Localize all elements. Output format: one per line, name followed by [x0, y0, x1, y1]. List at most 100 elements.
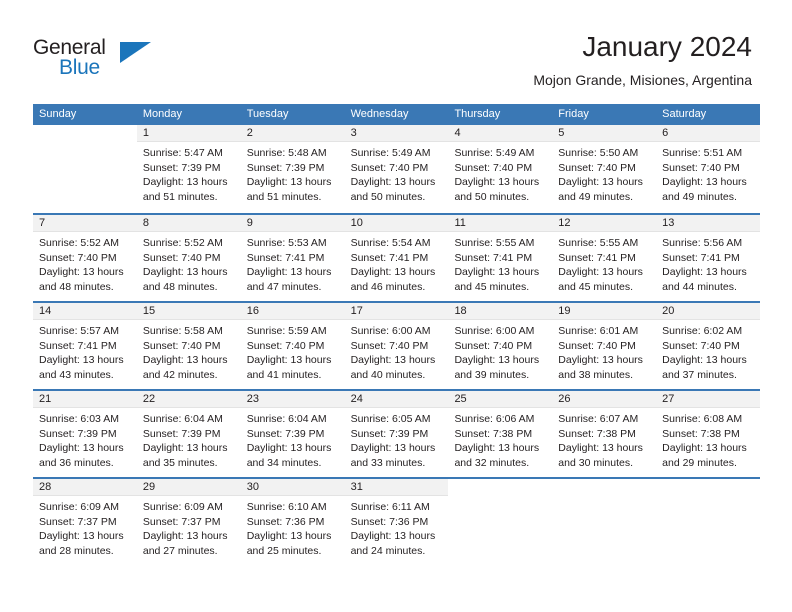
day-number: 11	[454, 217, 466, 229]
calendar-day-cell-empty	[448, 479, 553, 565]
day-number-bar: 31	[344, 479, 449, 496]
day-detail-line: Sunrise: 5:49 AM	[350, 147, 431, 159]
day-detail-line: and 39 minutes.	[454, 368, 530, 381]
day-detail-lines: Sunrise: 5:57 AM Sunset: 7:41 PM Daylight:…	[33, 320, 137, 382]
day-detail-line: Daylight: 13 hours	[142, 266, 228, 278]
calendar-day-cell[interactable]: 7 Sunrise: 5:52 AM Sunset: 7:40 PM Daylight…	[33, 215, 137, 301]
day-number: 18	[454, 305, 467, 317]
day-detail-line: and 36 minutes.	[39, 456, 114, 469]
calendar-day-cell[interactable]: 2 Sunrise: 5:48 AM Sunset: 7:39 PM Daylight…	[240, 125, 345, 213]
calendar-day-cell[interactable]: 4 Sunrise: 5:49 AM Sunset: 7:40 PM Daylight…	[448, 125, 553, 213]
day-detail-line: and 28 minutes.	[39, 544, 114, 557]
day-detail-line: Sunset: 7:37 PM	[142, 515, 221, 528]
day-detail-line: Daylight: 13 hours	[39, 442, 124, 454]
day-detail-line: Daylight: 13 hours	[142, 442, 228, 454]
day-detail-lines	[33, 142, 137, 146]
general-blue-logo[interactable]: General Blue	[33, 36, 163, 84]
calendar-day-cell[interactable]: 12 Sunrise: 5:55 AM Sunset: 7:41 PM Dayligh…	[552, 215, 657, 301]
calendar-day-cell[interactable]: 17 Sunrise: 6:00 AM Sunset: 7:40 PM Dayligh…	[344, 303, 449, 389]
calendar-day-cell[interactable]: 3 Sunrise: 5:49 AM Sunset: 7:40 PM Daylight…	[344, 125, 449, 213]
calendar-day-cell[interactable]: 1 Sunrise: 5:47 AM Sunset: 7:39 PM Daylight…	[136, 125, 241, 213]
day-detail-lines: Sunrise: 5:59 AM Sunset: 7:40 PM Daylight:…	[241, 320, 345, 382]
calendar-grid: Sunday Monday Tuesday Wednesday Thursday Frid…	[33, 104, 761, 565]
day-detail-line: Sunrise: 5:55 AM	[558, 237, 639, 249]
day-number: 2	[246, 127, 253, 139]
calendar-day-cell[interactable]: 29 Sunrise: 6:09 AM Sunset: 7:37 PM Dayligh…	[136, 479, 241, 565]
calendar-week-row: 7 Sunrise: 5:52 AM Sunset: 7:40 PM Daylight…	[33, 213, 761, 301]
calendar-day-cell[interactable]: 14 Sunrise: 5:57 AM Sunset: 7:41 PM Dayligh…	[33, 303, 137, 389]
calendar-day-cell[interactable]: 15 Sunrise: 5:58 AM Sunset: 7:40 PM Dayligh…	[136, 303, 241, 389]
day-detail-line: and 46 minutes.	[350, 280, 426, 293]
day-detail-line: Sunset: 7:40 PM	[350, 161, 429, 174]
calendar-day-cell[interactable]: 28 Sunrise: 6:09 AM Sunset: 7:37 PM Dayligh…	[33, 479, 137, 565]
weekday-header-monday: Monday	[142, 108, 182, 120]
calendar-day-cell[interactable]: 13 Sunrise: 5:56 AM Sunset: 7:41 PM Dayligh…	[656, 215, 761, 301]
calendar-day-cell-empty	[33, 125, 137, 213]
day-detail-line: Daylight: 13 hours	[454, 442, 540, 454]
day-number-bar: 17	[344, 303, 449, 320]
day-number: 21	[39, 393, 52, 405]
day-detail-line: Sunset: 7:41 PM	[662, 251, 740, 264]
day-number-bar: 28	[33, 479, 137, 496]
day-number-bar: 7	[33, 215, 137, 232]
calendar-day-cell[interactable]: 8 Sunrise: 5:52 AM Sunset: 7:40 PM Daylight…	[136, 215, 241, 301]
day-detail-line: Sunset: 7:38 PM	[662, 427, 740, 440]
calendar-day-cell[interactable]: 9 Sunrise: 5:53 AM Sunset: 7:41 PM Daylight…	[240, 215, 345, 301]
day-detail-lines: Sunrise: 5:47 AM Sunset: 7:39 PM Daylight:…	[137, 142, 241, 204]
calendar-day-cell[interactable]: 18 Sunrise: 6:00 AM Sunset: 7:40 PM Dayligh…	[448, 303, 553, 389]
day-detail-line: and 49 minutes.	[662, 190, 737, 203]
day-detail-line: Sunrise: 6:04 AM	[142, 413, 223, 425]
day-detail-line: Sunrise: 5:53 AM	[246, 237, 327, 249]
day-number-bar: 23	[240, 391, 345, 408]
title-block: January 2024 Mojon Grande, Misiones, Arg…	[533, 30, 752, 90]
day-detail-line: and 43 minutes.	[39, 368, 114, 381]
day-detail-line: and 51 minutes.	[246, 190, 322, 203]
day-detail-line: Daylight: 13 hours	[246, 354, 332, 366]
calendar-day-cell[interactable]: 25 Sunrise: 6:06 AM Sunset: 7:38 PM Dayligh…	[448, 391, 553, 477]
day-detail-line: Sunrise: 5:57 AM	[39, 325, 119, 337]
day-detail-line: Sunrise: 6:07 AM	[558, 413, 639, 425]
day-detail-lines	[552, 496, 656, 500]
weekday-header-row: Sunday Monday Tuesday Wednesday Thursday Frid…	[33, 104, 760, 125]
day-detail-line: and 29 minutes.	[662, 456, 737, 469]
calendar-day-cell[interactable]: 21 Sunrise: 6:03 AM Sunset: 7:39 PM Dayligh…	[33, 391, 137, 477]
day-detail-lines: Sunrise: 5:51 AM Sunset: 7:40 PM Daylight:…	[656, 142, 760, 204]
day-number-bar: 2	[240, 125, 345, 142]
calendar-day-cell[interactable]: 30 Sunrise: 6:10 AM Sunset: 7:36 PM Dayligh…	[240, 479, 345, 565]
day-number-bar: 4	[448, 125, 553, 142]
calendar-day-cell[interactable]: 27 Sunrise: 6:08 AM Sunset: 7:38 PM Dayligh…	[656, 391, 761, 477]
day-detail-line: Sunrise: 5:47 AM	[142, 147, 223, 159]
calendar-day-cell[interactable]: 20 Sunrise: 6:02 AM Sunset: 7:40 PM Dayligh…	[656, 303, 761, 389]
day-detail-lines: Sunrise: 6:00 AM Sunset: 7:40 PM Daylight:…	[345, 320, 449, 382]
calendar-day-cell[interactable]: 11 Sunrise: 5:55 AM Sunset: 7:41 PM Dayligh…	[448, 215, 553, 301]
calendar-day-cell[interactable]: 10 Sunrise: 5:54 AM Sunset: 7:41 PM Dayligh…	[344, 215, 449, 301]
day-number-bar	[552, 479, 657, 496]
calendar-day-cell[interactable]: 6 Sunrise: 5:51 AM Sunset: 7:40 PM Daylight…	[656, 125, 761, 213]
calendar-day-cell[interactable]: 23 Sunrise: 6:04 AM Sunset: 7:39 PM Dayligh…	[240, 391, 345, 477]
day-number-bar: 24	[344, 391, 449, 408]
calendar-day-cell[interactable]: 31 Sunrise: 6:11 AM Sunset: 7:36 PM Dayligh…	[344, 479, 449, 565]
day-detail-line: Sunset: 7:40 PM	[662, 161, 740, 174]
day-detail-line: Sunset: 7:40 PM	[246, 339, 325, 352]
day-detail-line: Daylight: 13 hours	[662, 266, 747, 278]
calendar-day-cell[interactable]: 16 Sunrise: 5:59 AM Sunset: 7:40 PM Dayligh…	[240, 303, 345, 389]
day-number: 24	[350, 393, 363, 405]
day-detail-line: Sunset: 7:40 PM	[350, 339, 429, 352]
day-detail-lines: Sunrise: 5:52 AM Sunset: 7:40 PM Daylight:…	[33, 232, 137, 294]
day-detail-line: Sunset: 7:38 PM	[558, 427, 636, 440]
day-detail-lines	[656, 496, 760, 500]
calendar-day-cell[interactable]: 24 Sunrise: 6:05 AM Sunset: 7:39 PM Dayligh…	[344, 391, 449, 477]
day-number: 1	[142, 127, 149, 139]
day-number: 6	[662, 127, 669, 139]
day-number: 8	[142, 217, 149, 229]
day-detail-line: Sunset: 7:41 PM	[558, 251, 636, 264]
calendar-day-cell[interactable]: 22 Sunrise: 6:04 AM Sunset: 7:39 PM Dayligh…	[136, 391, 241, 477]
day-detail-lines: Sunrise: 6:03 AM Sunset: 7:39 PM Daylight:…	[33, 408, 137, 470]
calendar-day-cell[interactable]: 26 Sunrise: 6:07 AM Sunset: 7:38 PM Dayligh…	[552, 391, 657, 477]
day-detail-line: Sunrise: 5:49 AM	[454, 147, 535, 159]
day-detail-line: and 48 minutes.	[39, 280, 114, 293]
day-detail-line: Sunset: 7:38 PM	[454, 427, 533, 440]
calendar-day-cell[interactable]: 19 Sunrise: 6:01 AM Sunset: 7:40 PM Dayligh…	[552, 303, 657, 389]
calendar-day-cell[interactable]: 5 Sunrise: 5:50 AM Sunset: 7:40 PM Daylight…	[552, 125, 657, 213]
day-detail-lines: Sunrise: 6:01 AM Sunset: 7:40 PM Daylight:…	[552, 320, 656, 382]
